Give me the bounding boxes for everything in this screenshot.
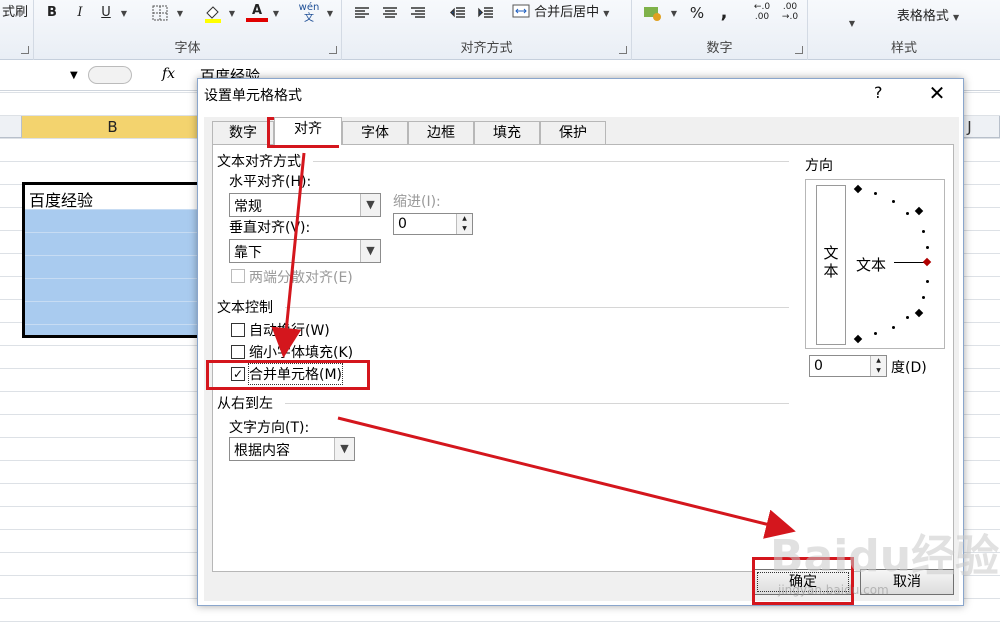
watermark-logo: Baidu经验	[770, 531, 1000, 582]
watermark-url: jingyan.baidu.com	[778, 583, 889, 597]
tab-alignment[interactable]: 对齐	[274, 117, 342, 145]
